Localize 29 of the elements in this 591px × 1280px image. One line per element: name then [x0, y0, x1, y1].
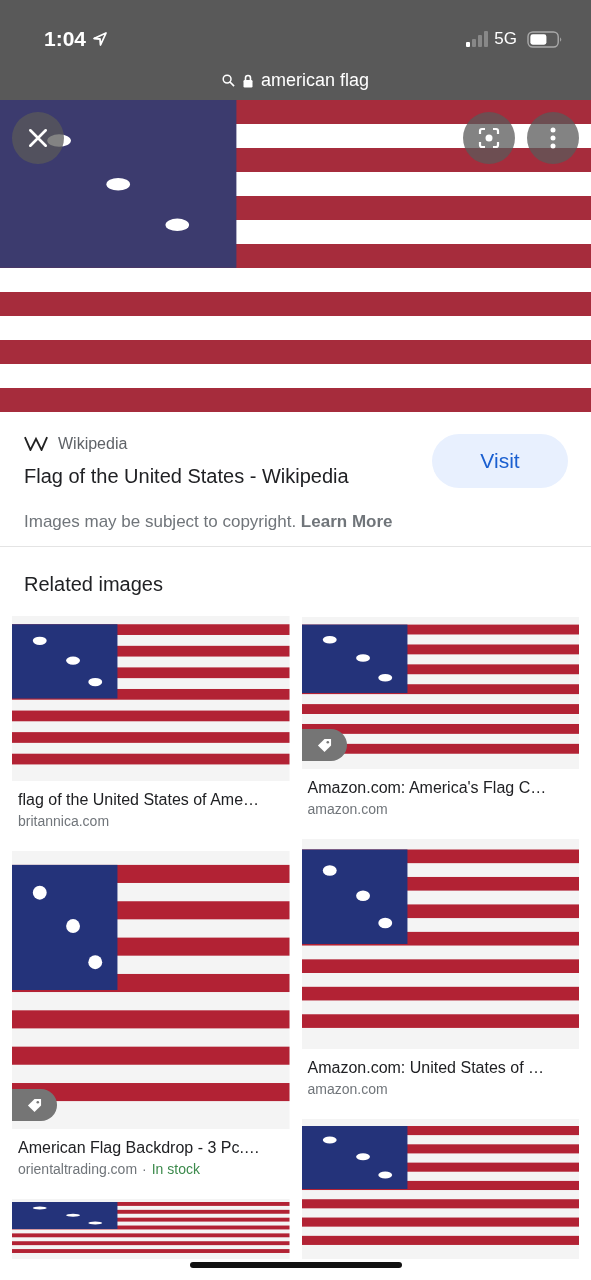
separator-dot: · — [142, 1161, 147, 1177]
result-title[interactable]: Flag of the United States - Wikipedia — [24, 464, 349, 488]
lens-icon — [477, 126, 501, 150]
shopping-tag-icon — [12, 1089, 57, 1121]
signal-icon — [466, 31, 489, 47]
visit-button[interactable]: Visit — [432, 434, 568, 488]
lock-icon — [242, 73, 253, 88]
availability-text: In stock — [151, 1161, 200, 1177]
image-caption[interactable]: flag of the United States of Ame… — [18, 791, 284, 809]
clock-time: 1:04 — [44, 27, 87, 51]
close-icon — [27, 127, 49, 149]
battery-icon — [527, 30, 563, 48]
image-caption[interactable]: Amazon.com: United States of … — [307, 1059, 573, 1077]
section-heading: Related images — [24, 573, 164, 596]
image-caption[interactable]: Amazon.com: America's Flag C… — [307, 779, 573, 797]
shopping-tag-icon — [301, 729, 347, 761]
address-text[interactable]: american flag — [260, 70, 370, 91]
copyright-notice: Images may be subject to copyright. Learn More — [24, 512, 394, 532]
source-name: Wikipedia — [58, 434, 128, 453]
image-source: britannica.com — [18, 813, 110, 829]
image-source: orientaltrading.com — [18, 1161, 138, 1177]
location-arrow-icon — [92, 31, 109, 47]
image-source: amazon.com — [307, 801, 388, 817]
image-caption[interactable]: American Flag Backdrop - 3 Pc.… — [18, 1139, 284, 1157]
network-type: 5G — [494, 29, 517, 49]
wikipedia-w-icon — [24, 436, 48, 451]
image-source: amazon.com — [307, 1081, 388, 1097]
search-icon — [221, 74, 235, 87]
more-icon — [550, 127, 556, 149]
